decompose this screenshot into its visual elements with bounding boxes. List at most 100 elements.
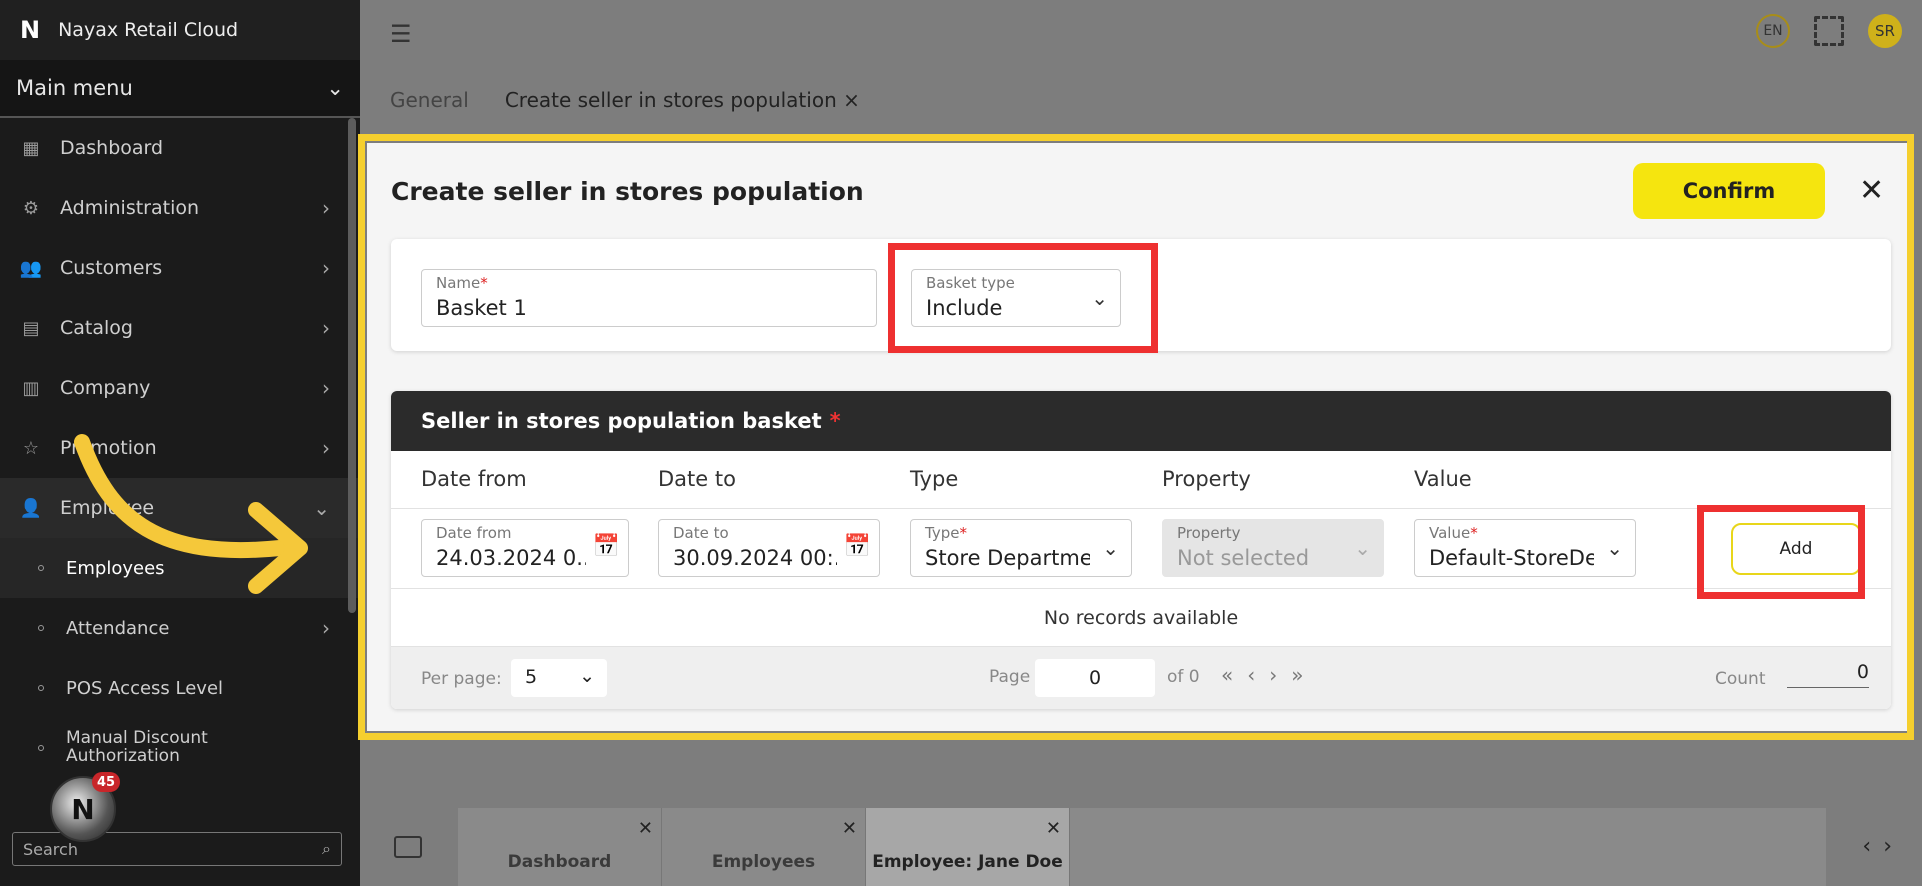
no-records-message: No records available bbox=[391, 589, 1891, 647]
chevron-down-icon: ⌄ bbox=[1102, 536, 1119, 560]
sidebar-item-label: Dashboard bbox=[60, 137, 164, 159]
tab-scroll-arrows: ‹› bbox=[1862, 834, 1904, 859]
bottom-tab-label: Employees bbox=[711, 852, 816, 872]
sidebar-item-label: Administration bbox=[60, 197, 200, 219]
sidebar-item-dashboard[interactable]: ▦ Dashboard bbox=[0, 118, 360, 178]
property-select: Property Not selected ⌄ bbox=[1162, 519, 1384, 577]
calendar-icon[interactable]: 📅 bbox=[844, 534, 871, 559]
tab-create-seller[interactable]: Create seller in stores population × bbox=[505, 88, 860, 112]
sidebar-scrollbar[interactable] bbox=[348, 118, 356, 613]
page-tabs: General Create seller in stores populati… bbox=[390, 88, 860, 112]
last-page-icon[interactable]: » bbox=[1291, 663, 1317, 687]
bullet-icon bbox=[38, 745, 44, 751]
tab-label: Create seller in stores population bbox=[504, 88, 837, 112]
user-icon: 👤 bbox=[19, 497, 43, 519]
table-row: Date from 24.03.2024 0... 📅 Date to 30.0… bbox=[391, 509, 1891, 589]
chevron-down-icon: ⌄ bbox=[1354, 536, 1371, 560]
search-icon: ⌕ bbox=[322, 839, 331, 858]
chevron-right-icon: › bbox=[322, 316, 330, 340]
value-value: Default-StoreDe bbox=[1429, 546, 1594, 570]
chevron-right-icon: › bbox=[322, 256, 330, 280]
sidebar-item-customers[interactable]: 👥 Customers › bbox=[0, 238, 360, 298]
sidebar-item-company[interactable]: ▥ Company › bbox=[0, 358, 360, 418]
basket-table-card: Seller in stores population basket * Date… bbox=[391, 391, 1891, 709]
users-icon: 👥 bbox=[19, 257, 43, 279]
chevron-right-icon: › bbox=[322, 436, 330, 460]
gear-icon: ⚙ bbox=[22, 197, 40, 219]
create-seller-modal: Create seller in stores population Confi… bbox=[367, 143, 1907, 731]
date-from-value: 24.03.2024 0... bbox=[436, 546, 586, 570]
close-icon[interactable]: ✕ bbox=[638, 818, 653, 839]
bottom-tab-dashboard[interactable]: Dashboard ✕ bbox=[458, 808, 662, 886]
sidebar-search-input[interactable]: Search ⌕ bbox=[12, 832, 342, 866]
bottom-tabs: Dashboard ✕ Employees ✕ Employee: Jane Doe… bbox=[458, 808, 1826, 886]
table-header: Date from Date to Type Property Value bbox=[391, 451, 1891, 509]
dashboard-icon: ▦ bbox=[22, 137, 40, 159]
bottom-tab-label: Employee: Jane Doe bbox=[872, 852, 1063, 872]
chevron-right-icon[interactable]: › bbox=[1883, 834, 1904, 859]
annotation-red-box bbox=[1697, 505, 1865, 599]
page-input[interactable]: 0 bbox=[1035, 659, 1155, 697]
modal-title: Create seller in stores population bbox=[391, 177, 864, 206]
fullscreen-icon[interactable] bbox=[1814, 16, 1844, 46]
app-title: Nayax Retail Cloud bbox=[58, 19, 239, 41]
bottom-tab-employees[interactable]: Employees ✕ bbox=[662, 808, 866, 886]
windows-icon[interactable] bbox=[394, 836, 422, 858]
type-select[interactable]: Type* Store Departmer ⌄ bbox=[910, 519, 1132, 577]
chevron-down-icon: ⌄ bbox=[1606, 536, 1623, 560]
bullet-icon bbox=[38, 685, 44, 691]
value-select[interactable]: Value* Default-StoreDe ⌄ bbox=[1414, 519, 1636, 577]
calendar-icon[interactable]: 📅 bbox=[593, 534, 620, 559]
date-from-field[interactable]: Date from 24.03.2024 0... 📅 bbox=[421, 519, 629, 577]
pagination-arrows: «‹›» bbox=[1221, 663, 1318, 687]
chevron-down-icon: ⌄ bbox=[579, 665, 595, 687]
name-value: Basket 1 bbox=[436, 296, 527, 320]
confirm-button[interactable]: Confirm bbox=[1633, 163, 1825, 219]
name-field[interactable]: Name* Basket 1 bbox=[421, 269, 877, 327]
column-header: Type bbox=[910, 467, 959, 491]
prev-page-icon[interactable]: ‹ bbox=[1247, 663, 1269, 687]
chevron-right-icon: › bbox=[322, 616, 330, 640]
chevron-left-icon[interactable]: ‹ bbox=[1862, 834, 1883, 859]
grid-icon: ▤ bbox=[22, 317, 40, 339]
date-to-value: 30.09.2024 00:... bbox=[673, 546, 837, 570]
column-header: Date to bbox=[658, 467, 736, 491]
close-icon[interactable]: × bbox=[843, 88, 860, 112]
close-icon[interactable]: ✕ bbox=[842, 818, 857, 839]
chevron-right-icon: › bbox=[322, 196, 330, 220]
user-avatar[interactable]: SR bbox=[1868, 14, 1902, 48]
bottom-tab-employee-jane-doe[interactable]: Employee: Jane Doe ✕ bbox=[866, 808, 1070, 886]
sidebar-subitem-manual-discount[interactable]: Manual Discount Authorization bbox=[0, 718, 360, 778]
nayax-logo: N bbox=[20, 16, 41, 44]
language-button[interactable]: EN bbox=[1756, 14, 1790, 48]
sidebar-item-administration[interactable]: ⚙ Administration › bbox=[0, 178, 360, 238]
close-icon[interactable]: ✕ bbox=[1859, 173, 1884, 208]
property-value: Not selected bbox=[1177, 546, 1310, 570]
sidebar-subitem-pos-access-level[interactable]: POS Access Level bbox=[0, 658, 360, 718]
count-value: 0 bbox=[1787, 661, 1869, 688]
search-placeholder: Search bbox=[23, 839, 78, 859]
per-page-select[interactable]: 5 ⌄ bbox=[511, 659, 607, 697]
close-icon[interactable]: ✕ bbox=[1046, 818, 1061, 839]
first-page-icon[interactable]: « bbox=[1221, 663, 1247, 687]
date-to-field[interactable]: Date to 30.09.2024 00:... 📅 bbox=[658, 519, 880, 577]
basket-header-title: Seller in stores population basket bbox=[421, 409, 822, 433]
bottom-tab-label: Dashboard bbox=[507, 852, 612, 872]
type-value: Store Departmer bbox=[925, 546, 1090, 570]
hamburger-menu-icon[interactable]: ☰ bbox=[390, 20, 412, 48]
notification-badge: 45 bbox=[92, 772, 120, 792]
date-from-label: Date from bbox=[436, 524, 512, 542]
sidebar-subitem-label: Manual Discount Authorization bbox=[66, 728, 208, 766]
sidebar-item-label: Company bbox=[60, 377, 151, 399]
tab-general[interactable]: General bbox=[390, 88, 469, 112]
bullet-icon bbox=[38, 625, 44, 631]
next-page-icon[interactable]: › bbox=[1269, 663, 1291, 687]
per-page-value: 5 bbox=[525, 666, 538, 688]
main-menu-toggle[interactable]: Main menu ⌄ bbox=[0, 60, 360, 118]
column-header: Value bbox=[1414, 467, 1472, 491]
sidebar-item-catalog[interactable]: ▤ Catalog › bbox=[0, 298, 360, 358]
sidebar-subitem-label: POS Access Level bbox=[66, 677, 224, 699]
annotation-red-box bbox=[888, 243, 1158, 353]
date-to-label: Date to bbox=[673, 524, 729, 542]
star-icon: ☆ bbox=[22, 437, 40, 459]
